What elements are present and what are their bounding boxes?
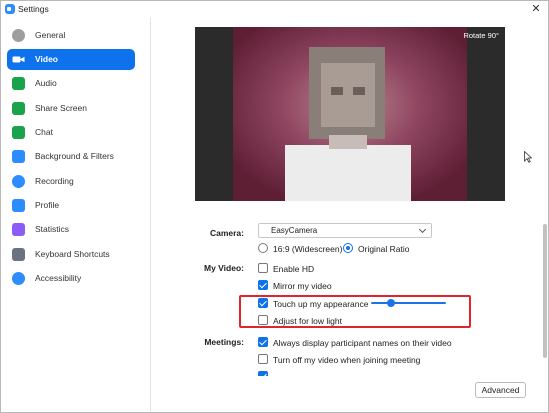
rotate-90-button[interactable]: Rotate 90° bbox=[463, 31, 499, 40]
camera-select-value: EasyCamera bbox=[271, 226, 318, 235]
touch-up-label: Touch up my appearance bbox=[273, 299, 369, 309]
chevron-down-icon bbox=[418, 225, 427, 234]
camera-select[interactable]: EasyCamera bbox=[258, 223, 432, 238]
mouse-cursor-icon bbox=[524, 151, 532, 163]
display-names-label: Always display participant names on thei… bbox=[273, 338, 452, 348]
sidebar-item-label: General bbox=[35, 30, 66, 40]
sidebar-item-chat[interactable]: Chat bbox=[7, 122, 135, 143]
sidebar-item-keyboard-shortcuts[interactable]: Keyboard Shortcuts bbox=[7, 244, 135, 265]
ratio-widescreen-label: 16:9 (Widescreen) bbox=[273, 244, 343, 254]
turn-off-video-label: Turn off my video when joining meeting bbox=[273, 355, 421, 365]
enable-hd-checkbox[interactable] bbox=[258, 263, 268, 273]
ratio-widescreen-radio[interactable] bbox=[258, 243, 268, 253]
settings-window: Settings ✕ General Video Audio Share Scr… bbox=[0, 0, 549, 413]
gear-icon bbox=[12, 29, 25, 42]
statistics-icon bbox=[12, 223, 25, 236]
sidebar-item-audio[interactable]: Audio bbox=[7, 73, 135, 94]
my-video-label: My Video: bbox=[204, 263, 244, 273]
settings-scrollbar[interactable] bbox=[542, 18, 548, 412]
camera-preview: Rotate 90° bbox=[195, 27, 505, 201]
sidebar-item-accessibility[interactable]: Accessibility bbox=[7, 268, 135, 289]
touch-up-checkbox[interactable] bbox=[258, 298, 268, 308]
sidebar-item-label: Audio bbox=[35, 78, 57, 88]
mirror-video-checkbox[interactable] bbox=[258, 280, 268, 290]
pixelated-video-feed bbox=[233, 27, 467, 201]
record-icon bbox=[12, 175, 25, 188]
video-camera-icon bbox=[12, 53, 25, 66]
ratio-original-radio[interactable] bbox=[343, 243, 353, 253]
close-button[interactable]: ✕ bbox=[529, 2, 543, 16]
scrollbar-thumb[interactable] bbox=[543, 224, 547, 358]
sidebar-item-label: Background & Filters bbox=[35, 151, 114, 161]
sidebar-item-recording[interactable]: Recording bbox=[7, 171, 135, 192]
sidebar-item-label: Statistics bbox=[35, 224, 70, 234]
sidebar-item-label: Chat bbox=[35, 127, 53, 137]
sidebar-item-label: Keyboard Shortcuts bbox=[35, 249, 110, 259]
share-screen-icon bbox=[12, 102, 25, 115]
advanced-button[interactable]: Advanced bbox=[475, 382, 526, 398]
headphones-icon bbox=[12, 77, 25, 90]
window-title: Settings bbox=[18, 4, 49, 14]
sidebar-item-video[interactable]: Video bbox=[7, 49, 135, 70]
title-bar: Settings ✕ bbox=[1, 1, 548, 18]
ratio-original-label: Original Ratio bbox=[358, 244, 410, 254]
person-background-icon bbox=[12, 150, 25, 163]
mirror-video-label: Mirror my video bbox=[273, 281, 332, 291]
sidebar-item-label: Profile bbox=[35, 200, 60, 210]
settings-sidebar: General Video Audio Share Screen Chat Ba… bbox=[1, 18, 151, 412]
sidebar-item-statistics[interactable]: Statistics bbox=[7, 219, 135, 240]
keyboard-icon bbox=[12, 248, 25, 261]
sidebar-item-label: Recording bbox=[35, 176, 74, 186]
meetings-label: Meetings: bbox=[204, 337, 244, 347]
camera-label: Camera: bbox=[209, 228, 244, 238]
enable-hd-label: Enable HD bbox=[273, 264, 315, 274]
video-settings-panel: Rotate 90° Camera: EasyCamera 16:9 (Wide… bbox=[152, 18, 548, 412]
sidebar-item-label: Accessibility bbox=[35, 273, 82, 283]
sidebar-item-general[interactable]: General bbox=[7, 25, 135, 46]
person-icon bbox=[12, 199, 25, 212]
sidebar-item-label: Share Screen bbox=[35, 103, 87, 113]
turn-off-video-checkbox[interactable] bbox=[258, 354, 268, 364]
low-light-checkbox[interactable] bbox=[258, 315, 268, 325]
low-light-label: Adjust for low light bbox=[273, 316, 342, 326]
sidebar-item-label: Video bbox=[35, 54, 58, 64]
sidebar-item-share-screen[interactable]: Share Screen bbox=[7, 98, 135, 119]
sidebar-item-background-filters[interactable]: Background & Filters bbox=[7, 146, 135, 167]
zoom-app-icon bbox=[5, 4, 15, 14]
sidebar-item-profile[interactable]: Profile bbox=[7, 195, 135, 216]
display-names-checkbox[interactable] bbox=[258, 337, 268, 347]
touch-up-slider-track[interactable] bbox=[371, 302, 446, 304]
chat-bubble-icon bbox=[12, 126, 25, 139]
accessibility-icon bbox=[12, 272, 25, 285]
